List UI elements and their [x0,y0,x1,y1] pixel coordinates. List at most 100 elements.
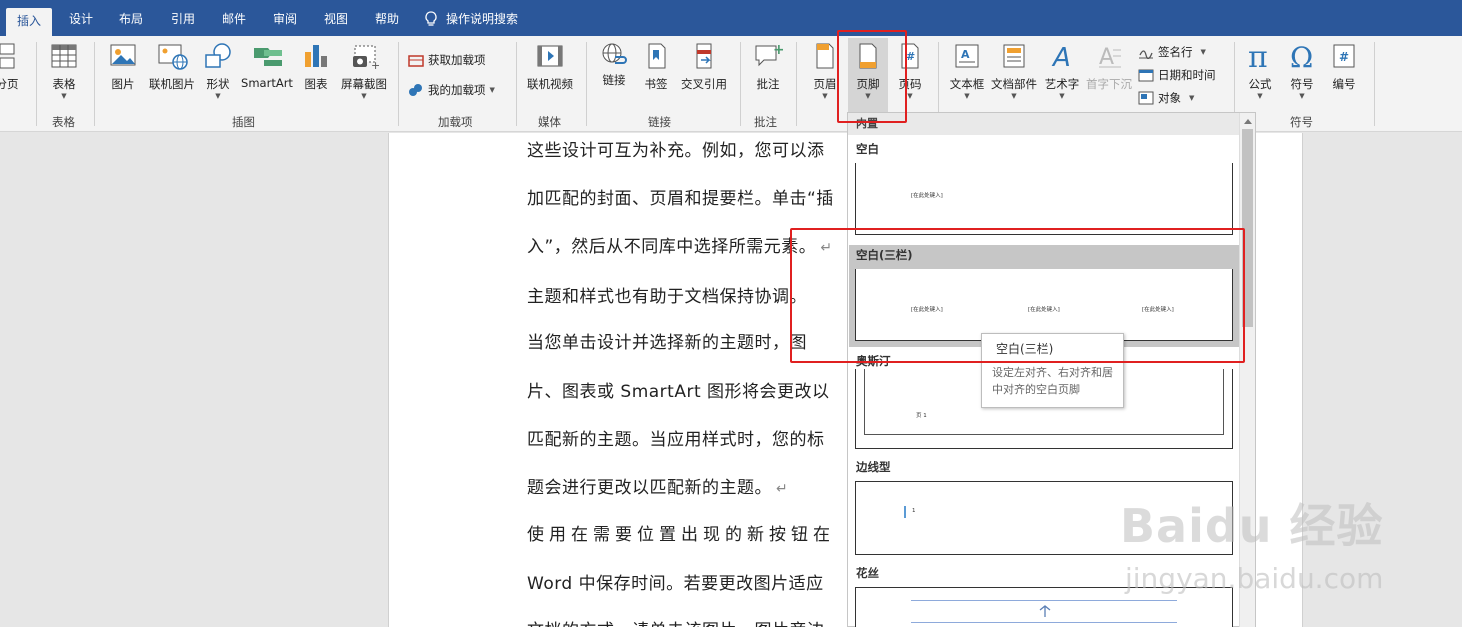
link-icon [602,43,627,64]
ribbon-tab-bar: 插入 设计 布局 引用 邮件 审阅 视图 帮助 操作说明搜索 [0,0,1462,36]
pi-icon: π [1248,42,1268,70]
tab-help[interactable]: 帮助 [368,8,406,30]
watermark-url: jingyan.baidu.com [1125,562,1384,595]
group-label-illustrations: 插图 [232,115,255,129]
chevron-down-icon: ▼ [215,92,221,100]
svg-text:π: π [1248,42,1268,70]
chevron-down-icon: ▼ [964,92,970,100]
header-icon [816,43,834,69]
dropcap-button[interactable]: A 首字下沉 [1084,42,1134,92]
screenshot-button[interactable]: + 屏幕截图 ▼ [336,42,392,100]
smartart-button[interactable]: SmartArt [238,42,296,90]
return-mark-icon: ↵ [776,481,789,497]
quick-parts-icon [1003,44,1025,68]
group-label-comments: 批注 [754,115,777,129]
textbox-button[interactable]: A 文本框 ▼ [946,42,988,100]
cross-reference-icon [696,43,712,69]
my-addins-button[interactable]: 我的加载项 ▼ [408,82,495,98]
annotation-highlight-footer [837,30,907,123]
shapes-button[interactable]: 形状 ▼ [200,42,236,100]
tell-me-label: 操作说明搜索 [446,12,519,26]
chevron-down-icon: ▼ [1200,48,1206,56]
svg-text:A: A [1051,43,1071,70]
table-icon [51,44,77,68]
gallery-item-name: 边线型 [856,460,891,474]
link-button[interactable]: 链接 [596,42,632,87]
tab-references[interactable]: 引用 [164,8,202,30]
tab-design[interactable]: 设计 [62,8,100,30]
tab-layout[interactable]: 布局 [112,8,150,30]
doc-line[interactable]: 题会进行更改以匹配新的主题。 ↵ [527,473,832,498]
doc-line[interactable]: 入”，然后从不同库中选择所需元素。 ↵ [527,232,832,257]
doc-line[interactable]: 片、图表或 SmartArt 图形将会更改以 [527,377,832,402]
svg-text:A: A [961,48,970,61]
store-icon [408,55,424,67]
lightbulb-icon [425,11,437,26]
scroll-up-icon[interactable] [1243,117,1253,125]
date-time-button[interactable]: 日期和时间 [1138,67,1216,83]
tab-review[interactable]: 审阅 [266,8,304,30]
dropcap-icon: A [1099,45,1121,70]
chevron-down-icon: ▼ [489,86,495,94]
page-break-icon [0,43,15,69]
doc-line[interactable]: 使用在需要位置出现的新按钮在 [527,520,832,545]
shapes-icon [205,43,231,68]
tab-mailings[interactable]: 邮件 [215,8,253,30]
tooltip-description: 设定左对齐、右对齐和居中对齐的空白页脚 [992,366,1113,396]
chevron-down-icon: ▼ [1011,92,1017,100]
doc-line[interactable]: 这些设计可互为补充。例如，您可以添 [527,136,832,161]
online-video-button[interactable]: 联机视频 [524,42,576,92]
comment-button[interactable]: + 批注 [750,42,786,92]
comment-icon: + [755,42,783,67]
gallery-item-blank[interactable]: [在此处键入] [855,163,1233,235]
doc-line[interactable]: 文档的方式，请单击该图片，图片旁边 [527,616,832,627]
table-button[interactable]: 表格 ▼ [44,42,84,100]
doc-line[interactable]: Word 中保存时间。若要更改图片适应 [527,569,832,594]
watermark-logo: Baidu 经验 [1120,499,1384,553]
filigree-ornament-icon [1039,605,1051,617]
symbol-button[interactable]: Ω 符号 ▼ [1284,42,1320,100]
object-icon [1138,91,1154,105]
numbering-icon: # [1333,44,1355,68]
screenshot-icon: + [353,45,379,70]
annotation-highlight-option [790,228,1245,363]
doc-line[interactable]: 加匹配的封面、页眉和提要栏。单击“插 [527,184,833,209]
chevron-down-icon: ▼ [1299,92,1305,100]
textbox-icon: A [955,44,979,68]
tab-insert[interactable]: 插入 [6,8,52,36]
doc-line[interactable]: 主题和样式也有助于文档保持协调。 [527,282,832,307]
page-break-button[interactable]: 分页 [0,42,22,92]
cross-reference-button[interactable]: 交叉引用 [676,42,732,92]
gallery-item-name: 花丝 [856,566,879,580]
svg-text:#: # [1339,50,1349,64]
tell-me-search[interactable]: 操作说明搜索 [424,8,534,30]
get-addins-button[interactable]: 获取加载项 [408,52,486,68]
doc-line[interactable]: 匹配新的主题。当应用样式时，您的标 [527,425,832,450]
svg-text:+: + [371,59,379,70]
omega-icon: Ω [1290,42,1313,70]
group-label-media: 媒体 [538,115,561,129]
online-picture-button[interactable]: 联机图片 [144,42,200,92]
quick-parts-button[interactable]: 文档部件 ▼ [988,42,1040,100]
smartart-icon [254,48,282,66]
chevron-down-icon: ▼ [1059,92,1065,100]
numbering-button[interactable]: # 编号 [1326,42,1362,92]
video-icon [537,45,563,67]
picture-icon [110,44,136,66]
bookmark-button[interactable]: 书签 [638,42,674,92]
group-label-addins: 加载项 [438,115,473,129]
svg-text:+: + [773,42,783,58]
object-button[interactable]: 对象 ▼ [1138,90,1194,106]
signature-line-button[interactable]: 签名行 ▼ [1138,44,1206,60]
wordart-button[interactable]: A 艺术字 ▼ [1042,42,1082,100]
equation-button[interactable]: π 公式 ▼ [1242,42,1278,100]
group-label-links: 链接 [648,115,671,129]
picture-button[interactable]: 图片 [104,42,142,92]
doc-line[interactable]: 当您单击设计并选择新的主题时，图 [527,328,832,353]
svg-text:A: A [1099,45,1114,70]
tab-view[interactable]: 视图 [317,8,355,30]
online-picture-icon [158,44,188,70]
chevron-down-icon: ▼ [61,92,67,100]
group-label-symbols: 符号 [1290,115,1313,129]
chart-button[interactable]: 图表 [298,42,334,92]
